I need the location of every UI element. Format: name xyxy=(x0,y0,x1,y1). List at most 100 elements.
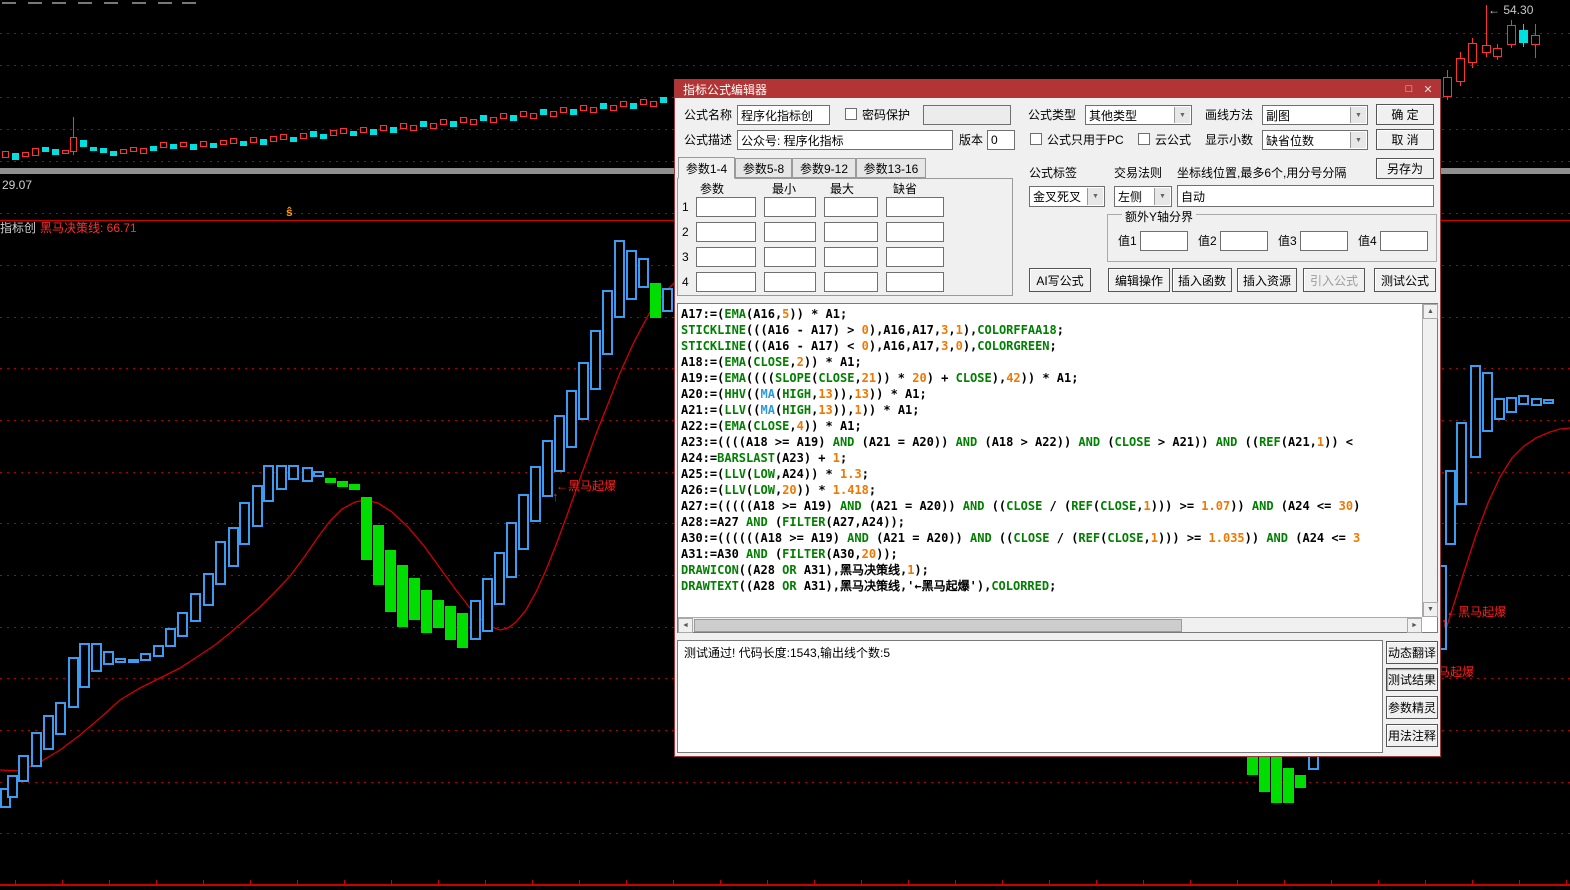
candle xyxy=(220,140,227,145)
cloud-formula-checkbox[interactable] xyxy=(1138,133,1150,145)
param-input[interactable] xyxy=(764,272,816,292)
edit-operation-button[interactable]: 编辑操作 xyxy=(1108,268,1170,292)
test-result-button[interactable]: 测试结果 xyxy=(1386,668,1438,691)
param-input[interactable] xyxy=(824,272,878,292)
tab-params-13-16[interactable]: 参数13-16 xyxy=(856,158,926,178)
cloud-formula-label: 云公式 xyxy=(1155,133,1191,147)
indicator-bar xyxy=(1470,365,1481,458)
import-formula-button[interactable]: 引入公式 xyxy=(1303,268,1365,292)
formula-type-select[interactable]: 其他类型 ▼ xyxy=(1085,105,1192,125)
param-input[interactable] xyxy=(886,272,944,292)
indicator-bar xyxy=(590,330,601,390)
axis-tick xyxy=(532,880,533,884)
value3-input[interactable] xyxy=(1300,231,1348,251)
indicator-bar xyxy=(662,288,673,312)
dialog-title: 指标公式编辑器 xyxy=(683,81,767,98)
hscroll-thumb[interactable] xyxy=(694,619,1182,632)
formula-name-input[interactable]: 程序化指标创 xyxy=(737,105,830,125)
indicator-bar xyxy=(554,415,565,472)
ok-button[interactable]: 确 定 xyxy=(1376,104,1434,125)
param-input[interactable] xyxy=(764,247,816,267)
close-icon[interactable]: ✕ xyxy=(1421,82,1435,96)
version-input[interactable]: 0 xyxy=(987,130,1015,150)
decimal-select[interactable]: 缺省位数 ▼ xyxy=(1262,130,1368,150)
value1-input[interactable] xyxy=(1140,231,1188,251)
code-vscrollbar[interactable]: ▲ ▼ xyxy=(1422,304,1437,617)
candle xyxy=(330,130,337,136)
code-hscrollbar[interactable]: ◄ ► xyxy=(678,617,1422,632)
indicator-bar xyxy=(302,467,313,482)
save-as-button[interactable]: 另存为 xyxy=(1376,158,1434,179)
param-input[interactable] xyxy=(696,272,756,292)
formula-desc-input[interactable]: 公众号: 程序化指标 xyxy=(737,130,953,150)
candle xyxy=(250,137,257,143)
value4-input[interactable] xyxy=(1380,231,1428,251)
axis-tick xyxy=(109,880,110,884)
code-line: A28:=A27 AND (FILTER(A27,A24)); xyxy=(681,514,1421,530)
code-editor[interactable]: A17:=(EMA(A16,5)) * A1;STICKLINE(((A16 -… xyxy=(677,303,1438,633)
tab-params-9-12[interactable]: 参数9-12 xyxy=(792,158,856,178)
code-line: A26:=(LLV(LOW,20)) * 1.418; xyxy=(681,482,1421,498)
coord-line-input[interactable]: 自动 xyxy=(1177,185,1434,207)
test-result-text: 测试通过! 代码长度:1543,输出线个数:5 xyxy=(684,646,890,660)
formula-tag-select[interactable]: 金叉死叉 ▼ xyxy=(1029,186,1105,207)
code-line: A18:=(EMA(CLOSE,2)) * A1; xyxy=(681,354,1421,370)
candle xyxy=(340,128,347,134)
indicator-bar xyxy=(494,552,505,605)
param-input[interactable] xyxy=(824,247,878,267)
insert-resource-button[interactable]: 插入资源 xyxy=(1237,268,1297,292)
param-input[interactable] xyxy=(886,197,944,217)
usage-notes-button[interactable]: 用法注释 xyxy=(1386,724,1438,747)
pc-only-checkbox[interactable] xyxy=(1030,133,1042,145)
tab-params-5-8[interactable]: 参数5-8 xyxy=(735,158,792,178)
candle xyxy=(430,123,437,129)
candle xyxy=(590,107,597,113)
param-input[interactable] xyxy=(696,247,756,267)
candle xyxy=(120,149,127,154)
indicator-bar xyxy=(1543,399,1554,404)
axis-tick xyxy=(814,880,815,884)
param-input[interactable] xyxy=(764,197,816,217)
candle xyxy=(500,113,507,119)
candle xyxy=(440,119,447,125)
param-wizard-button[interactable]: 参数精灵 xyxy=(1386,696,1438,719)
value2-input[interactable] xyxy=(1220,231,1268,251)
scroll-left-icon[interactable]: ◄ xyxy=(678,618,693,633)
candle xyxy=(320,134,327,139)
param-input[interactable] xyxy=(764,222,816,242)
password-input[interactable] xyxy=(923,105,1011,125)
param-input[interactable] xyxy=(886,222,944,242)
indicator-bar xyxy=(373,525,384,585)
trade-rule-select[interactable]: 左侧 ▼ xyxy=(1114,186,1172,207)
password-checkbox[interactable] xyxy=(845,108,857,120)
ai-write-button[interactable]: AI写公式 xyxy=(1029,268,1091,292)
chevron-down-icon[interactable]: ▼ xyxy=(1350,132,1366,148)
dialog-titlebar[interactable]: 指标公式编辑器 xyxy=(675,80,1440,98)
draw-method-select[interactable]: 副图 ▼ xyxy=(1262,105,1368,125)
param-row-label: 3 xyxy=(682,250,689,264)
scroll-right-icon[interactable]: ► xyxy=(1407,618,1422,633)
chevron-down-icon[interactable]: ▼ xyxy=(1174,107,1190,123)
dynamic-translate-button[interactable]: 动态翻译 xyxy=(1386,641,1438,664)
param-input[interactable] xyxy=(824,222,878,242)
candle xyxy=(12,153,19,160)
chevron-down-icon[interactable]: ▼ xyxy=(1350,107,1366,123)
param-input[interactable] xyxy=(824,197,878,217)
coord-line-label: 坐标线位置,最多6个,用分号分隔 xyxy=(1177,166,1346,180)
candle xyxy=(530,113,537,119)
scroll-down-icon[interactable]: ▼ xyxy=(1423,602,1438,617)
param-input[interactable] xyxy=(696,222,756,242)
cancel-button[interactable]: 取 消 xyxy=(1376,129,1434,150)
chevron-down-icon[interactable]: ▼ xyxy=(1154,188,1170,205)
param-input[interactable] xyxy=(886,247,944,267)
chevron-down-icon[interactable]: ▼ xyxy=(1087,188,1103,205)
maximize-icon[interactable]: □ xyxy=(1402,82,1416,96)
indicator-bar xyxy=(445,606,456,640)
tab-params-1-4[interactable]: 参数1-4 xyxy=(678,157,735,179)
test-formula-button[interactable]: 测试公式 xyxy=(1374,268,1436,292)
axis-tick xyxy=(391,880,392,884)
indicator-bar xyxy=(457,613,468,648)
scroll-up-icon[interactable]: ▲ xyxy=(1423,304,1438,319)
insert-function-button[interactable]: 插入函数 xyxy=(1172,268,1232,292)
param-input[interactable] xyxy=(696,197,756,217)
